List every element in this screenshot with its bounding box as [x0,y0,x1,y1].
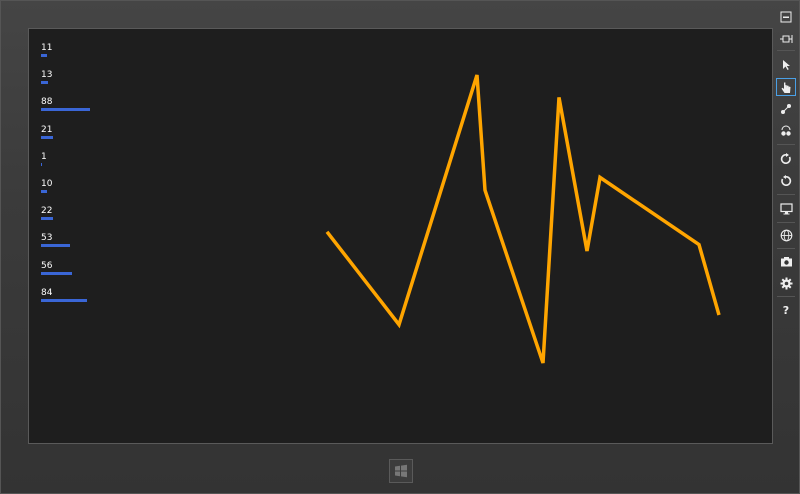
toolbar-separator [777,50,795,51]
rotate-counterclockwise-icon[interactable] [776,172,796,190]
help-icon[interactable]: ? [776,302,796,320]
line-chart [325,74,721,364]
windows-logo-icon [395,464,407,478]
toolbar-separator [777,248,795,249]
toolbar-separator [777,296,795,297]
windows-start-button[interactable] [389,459,413,483]
minimize-icon[interactable] [776,8,796,26]
touch-icon[interactable] [776,78,796,96]
screenshot-icon[interactable] [776,252,796,270]
location-icon[interactable] [776,226,796,244]
rotate-touch-icon[interactable] [776,122,796,140]
app-screen: 11 13 88 21 1 10 22 53 56 84 [28,28,773,444]
toolbar-separator [777,144,795,145]
settings-icon[interactable] [776,274,796,292]
series-line [325,74,721,364]
toolbar-separator [777,194,795,195]
pointer-icon[interactable] [776,56,796,74]
toolbar-separator [777,222,795,223]
resolution-icon[interactable] [776,200,796,218]
pinch-zoom-icon[interactable] [776,100,796,118]
rotate-clockwise-icon[interactable] [776,150,796,168]
pin-icon[interactable] [776,30,796,48]
emulator-toolbar: ? [774,4,798,324]
